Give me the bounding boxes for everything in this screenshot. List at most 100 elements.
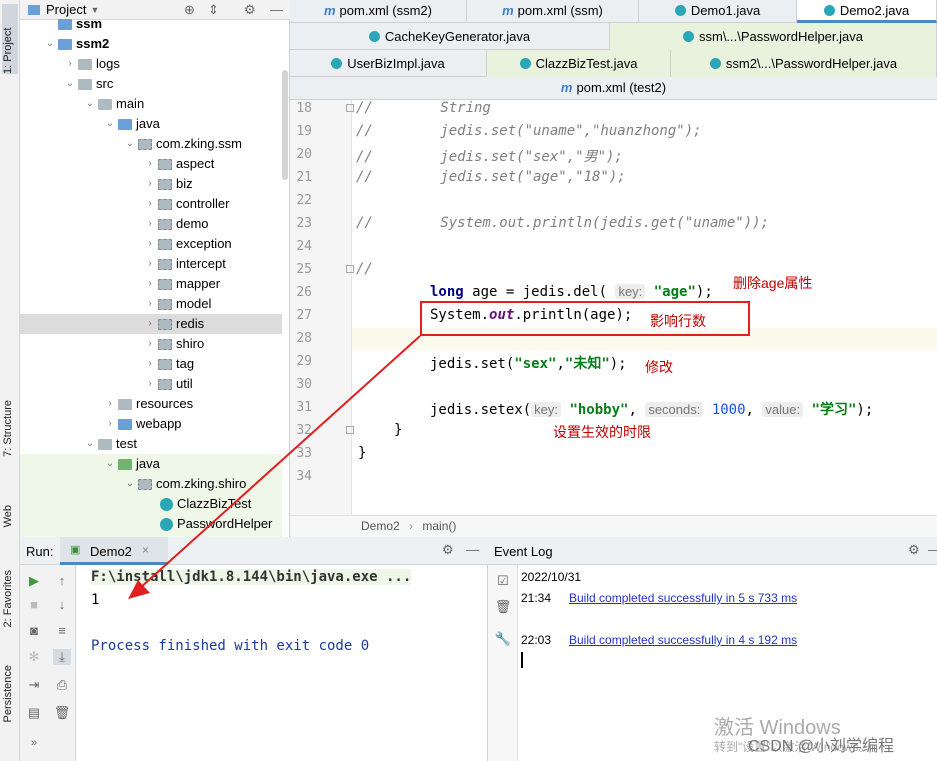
collapse-icon[interactable]: ⇕: [208, 2, 219, 18]
tab-pom-test2[interactable]: m pom.xml (test2): [290, 77, 937, 100]
fold-icon[interactable]: [346, 104, 354, 112]
code-line-26: long age = jedis.del( key: "age");: [430, 284, 713, 300]
tree-item-webapp[interactable]: › webapp: [102, 414, 181, 434]
line-number: 34: [296, 469, 312, 484]
tree-item-src[interactable]: ⌄ src: [62, 74, 114, 94]
tree-item-shiro[interactable]: › shiro: [142, 334, 204, 354]
tab-demo1[interactable]: Demo1.java: [639, 0, 797, 23]
chevron-down-icon[interactable]: ⌄: [102, 114, 118, 134]
tree-item-main[interactable]: ⌄ main: [82, 94, 144, 114]
left-tool-strip: 1: Project 7: Structure Web 2: Favorites…: [0, 0, 20, 761]
event-message-link[interactable]: Build completed successfully in 4 s 192 …: [569, 633, 797, 647]
annotation-expire: 设置生效的时限: [553, 424, 651, 440]
scroll-to-end-icon[interactable]: ⤓: [53, 649, 71, 665]
chevron-down-icon[interactable]: ⌄: [82, 94, 98, 114]
chevron-down-icon[interactable]: ⌄: [62, 74, 78, 94]
tab-ssm-passwordhelper[interactable]: ssm\...\PasswordHelper.java: [610, 23, 937, 50]
stop-icon[interactable]: ■: [25, 597, 43, 612]
tree-item-java[interactable]: ⌄ java: [102, 114, 160, 134]
tree-item-package-ssm[interactable]: ⌄ com.zking.ssm: [122, 134, 242, 154]
breadcrumb-method[interactable]: main(): [422, 519, 456, 533]
tree-item-resources[interactable]: › resources: [102, 394, 193, 414]
class-icon: [160, 517, 173, 531]
breadcrumb-class[interactable]: Demo2: [361, 519, 400, 533]
tree-item-clazzbiztest[interactable]: ClazzBizTest: [160, 494, 251, 514]
minimize-icon[interactable]: —: [928, 542, 937, 557]
tree-item-test-java[interactable]: ⌄ java: [102, 454, 160, 474]
tree-item-ssm[interactable]: ssm: [42, 14, 102, 34]
favorites-tool-tab[interactable]: 2: Favorites: [2, 570, 14, 627]
console-output[interactable]: F:\install\jdk1.8.144\bin\java.exe ... 1…: [76, 565, 488, 761]
layout-icon[interactable]: ▤: [25, 705, 43, 721]
tab-cachekeygenerator[interactable]: CacheKeyGenerator.java: [290, 23, 610, 50]
tab-demo2[interactable]: Demo2.java: [797, 0, 937, 23]
tab-userbizimpl[interactable]: UserBizImpl.java: [290, 50, 487, 77]
tree-item-tag[interactable]: › tag: [142, 354, 194, 374]
code-line-33: }: [358, 445, 367, 461]
close-icon[interactable]: ×: [142, 543, 149, 557]
structure-tool-tab[interactable]: 7: Structure: [2, 400, 14, 457]
tree-item-aspect[interactable]: › aspect: [142, 154, 214, 174]
tab-pom-ssm[interactable]: m pom.xml (ssm): [467, 0, 639, 23]
tab-run-demo2[interactable]: ▣ Demo2 ×: [60, 537, 168, 565]
trash-icon[interactable]: 🗑: [494, 599, 512, 615]
persistence-tool-tab[interactable]: Persistence: [2, 665, 14, 722]
tree-item-passwordhelper[interactable]: PasswordHelper: [160, 514, 272, 534]
tree-item-controller[interactable]: › controller: [142, 194, 229, 214]
fold-icon[interactable]: [346, 426, 354, 434]
tab-ssm2-passwordhelper[interactable]: ssm2\...\PasswordHelper.java: [671, 50, 937, 77]
line-number: 19: [296, 124, 312, 139]
run-panel-header: Run: ▣ Demo2 × ⚙ —: [20, 537, 488, 565]
wrench-icon[interactable]: 🔧: [494, 631, 512, 647]
tree-item-test[interactable]: ⌄ test: [82, 434, 137, 454]
editor-tabs-row2: CacheKeyGenerator.java ssm\...\PasswordH…: [290, 23, 937, 50]
web-tool-tab[interactable]: Web: [2, 505, 14, 527]
console-exit-message: Process finished with exit code 0: [91, 638, 370, 654]
tree-item-intercept[interactable]: › intercept: [142, 254, 226, 274]
rerun-icon[interactable]: ▶: [25, 573, 43, 589]
event-message-link[interactable]: Build completed successfully in 5 s 733 …: [569, 591, 797, 605]
more-icon[interactable]: »: [25, 737, 43, 749]
tree-item-demo[interactable]: › demo: [142, 214, 208, 234]
class-icon: [160, 497, 173, 511]
camera-icon[interactable]: ◙: [25, 623, 43, 638]
chevron-right-icon[interactable]: ›: [62, 54, 78, 74]
tree-item-exception[interactable]: › exception: [142, 234, 231, 254]
tab-clazzbiztest[interactable]: ClazzBizTest.java: [487, 50, 671, 77]
tree-item-ssm2[interactable]: ⌄ ssm2: [42, 34, 109, 54]
print-icon[interactable]: ⎙: [53, 677, 71, 693]
tree-item-mapper[interactable]: › mapper: [142, 274, 220, 294]
project-tool-tab[interactable]: 1: Project: [2, 4, 18, 74]
tree-item-package-shiro[interactable]: ⌄ com.zking.shiro: [122, 474, 247, 494]
tree-scrollbar[interactable]: [282, 70, 288, 180]
tab-pom-ssm2[interactable]: m pom.xml (ssm2): [290, 0, 467, 23]
run-label: Run:: [26, 544, 54, 559]
bug-icon[interactable]: ✻: [25, 649, 43, 665]
down-arrow-icon[interactable]: ↓: [53, 597, 71, 612]
chevron-down-icon[interactable]: ▼: [90, 5, 99, 15]
gear-icon[interactable]: ⚙: [908, 542, 920, 558]
fold-icon[interactable]: [346, 265, 354, 273]
chevron-down-icon[interactable]: ⌄: [42, 34, 58, 54]
tree-item-redis[interactable]: › redis: [142, 314, 204, 334]
tree-item-logs[interactable]: › logs: [62, 54, 120, 74]
mark-read-icon[interactable]: ☑: [494, 573, 512, 589]
gear-icon[interactable]: ⚙: [244, 2, 256, 18]
chevron-down-icon[interactable]: ⌄: [122, 134, 138, 154]
code-editor[interactable]: 18 19 20 21 22 23 24 25 26 27 28 29 30 3…: [290, 100, 937, 515]
tree-item-model[interactable]: › model: [142, 294, 211, 314]
tree-item-biz[interactable]: › biz: [142, 174, 192, 194]
up-arrow-icon[interactable]: ↑: [53, 573, 71, 588]
code-line-21: // jedis.set("age","18");: [356, 169, 626, 185]
soft-wrap-icon[interactable]: ≡: [53, 623, 71, 638]
minimize-icon[interactable]: —: [270, 2, 283, 17]
editor-gutter: 18 19 20 21 22 23 24 25 26 27 28 29 30 3…: [290, 100, 354, 515]
tree-item-util[interactable]: › util: [142, 374, 192, 394]
minimize-icon[interactable]: —: [466, 542, 479, 557]
event-date: 2022/10/31: [521, 570, 582, 584]
locate-icon[interactable]: ⊕: [184, 2, 195, 18]
code-line-29: jedis.set("sex","未知");: [430, 356, 627, 372]
gear-icon[interactable]: ⚙: [442, 542, 454, 558]
trash-icon[interactable]: 🗑: [53, 705, 71, 721]
exit-icon[interactable]: ⇥: [25, 677, 43, 693]
